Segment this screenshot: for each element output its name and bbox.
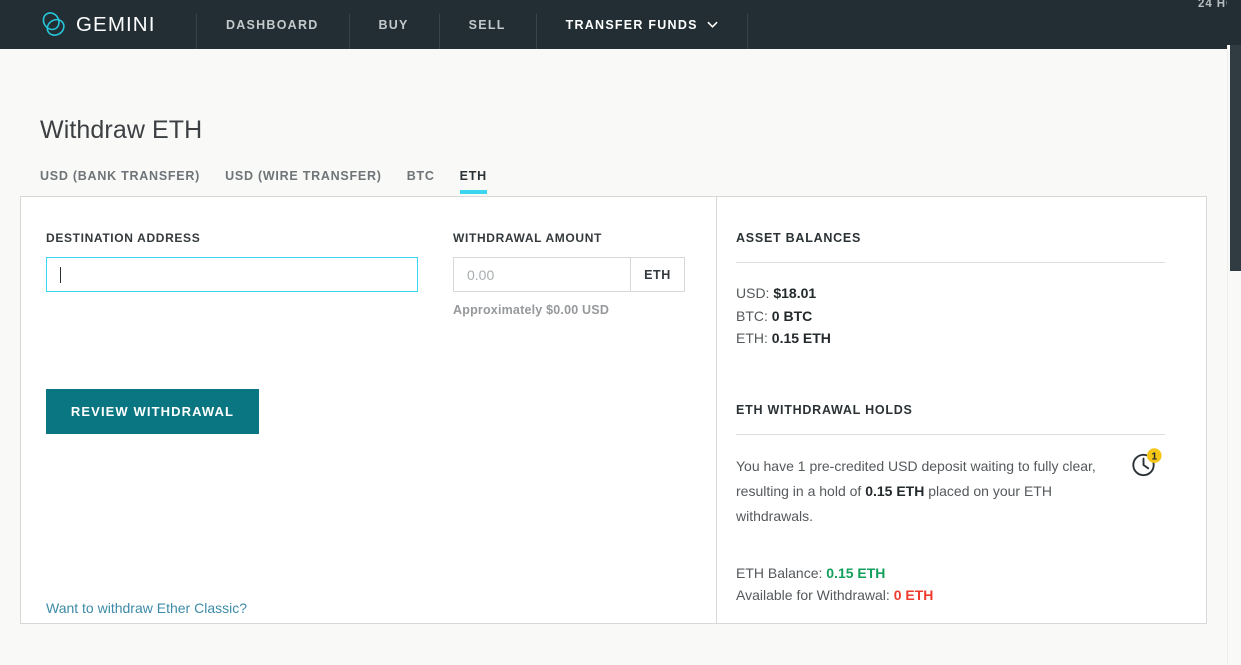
nav-item-buy[interactable]: BUY	[348, 0, 439, 49]
withdraw-ether-classic-link[interactable]: Want to withdraw Ether Classic?	[46, 600, 247, 616]
page-scrollbar-track[interactable]	[1227, 0, 1241, 665]
nav-label: BUY	[378, 17, 409, 32]
nav-item-dashboard[interactable]: DASHBOARD	[196, 0, 349, 49]
brand-logo-link[interactable]: GEMINI	[0, 0, 196, 49]
withdraw-form-panel: DESTINATION ADDRESS WITHDRAWAL AMOUNT 0.…	[21, 197, 717, 623]
withdrawal-amount-input-wrap: 0.00 ETH	[453, 257, 685, 292]
destination-address-field-group: DESTINATION ADDRESS	[46, 231, 418, 317]
available-label: Available for Withdrawal:	[736, 587, 890, 603]
form-fields-row: DESTINATION ADDRESS WITHDRAWAL AMOUNT 0.…	[46, 231, 716, 317]
eth-withdrawal-holds-title: ETH WITHDRAWAL HOLDS	[736, 402, 913, 417]
balance-row-btc: BTC: 0 BTC	[736, 305, 1165, 328]
available-for-withdrawal-row: Available for Withdrawal: 0 ETH	[736, 584, 1165, 607]
section-divider	[736, 433, 1165, 435]
eth-balance-row: ETH Balance: 0.15 ETH	[736, 562, 1165, 585]
clock-icon: 1	[1131, 447, 1163, 478]
balance-row-usd: USD: $18.01	[736, 282, 1165, 305]
page-scrollbar-thumb[interactable]	[1230, 45, 1241, 271]
main-nav-items: DASHBOARD BUY SELL TRANSFER FUNDS	[196, 0, 748, 49]
nav-label: TRANSFER FUNDS	[565, 17, 698, 32]
page-title: Withdraw ETH	[40, 116, 203, 144]
scrollbar-top-cap	[1227, 0, 1241, 45]
balance-label: USD:	[736, 285, 770, 301]
text-cursor	[60, 266, 61, 283]
review-withdrawal-button[interactable]: REVIEW WITHDRAWAL	[46, 389, 259, 434]
withdrawal-amount-unit: ETH	[630, 257, 685, 292]
svg-text:1: 1	[1151, 450, 1157, 462]
holds-message-body: You have 1 pre-credited USD deposit wait…	[736, 447, 1165, 529]
destination-address-label: DESTINATION ADDRESS	[46, 231, 201, 245]
balance-value: 0 BTC	[771, 307, 813, 324]
asset-balances-title: ASSET BALANCES	[736, 231, 862, 245]
tab-usd-wire-transfer[interactable]: USD (WIRE TRANSFER)	[225, 169, 382, 194]
tab-eth[interactable]: ETH	[459, 169, 488, 194]
info-panel: ASSET BALANCES USD: $18.01 BTC: 0 BTC ET…	[717, 197, 1206, 623]
balance-label: ETH:	[736, 330, 768, 346]
withdraw-card: DESTINATION ADDRESS WITHDRAWAL AMOUNT 0.…	[20, 196, 1207, 624]
withdrawal-amount-label: WITHDRAWAL AMOUNT	[453, 231, 603, 245]
balance-value: 0.15 ETH	[771, 330, 831, 346]
withdrawal-amount-field-group: WITHDRAWAL AMOUNT 0.00 ETH Approximately…	[453, 231, 685, 317]
gemini-logo-icon	[40, 11, 67, 38]
asset-balances-section: ASSET BALANCES USD: $18.01 BTC: 0 BTC ET…	[736, 231, 1165, 350]
brand-name: GEMINI	[76, 12, 156, 36]
tab-label: BTC	[406, 169, 435, 183]
nav-label: DASHBOARD	[226, 17, 319, 32]
tab-label: USD (BANK TRANSFER)	[40, 169, 201, 183]
holds-balance-summary: ETH Balance: 0.15 ETH Available for With…	[736, 562, 1165, 607]
section-divider	[736, 262, 1165, 263]
destination-address-input[interactable]	[46, 257, 418, 292]
eth-balance-label: ETH Balance:	[736, 564, 823, 581]
nav-item-sell[interactable]: SELL	[438, 0, 536, 49]
tab-label: ETH	[459, 169, 487, 183]
holds-message-amount: 0.15 ETH	[865, 482, 925, 499]
balance-value: $18.01	[773, 285, 817, 301]
withdrawal-amount-input[interactable]: 0.00	[453, 257, 630, 292]
tab-usd-bank-transfer[interactable]: USD (BANK TRANSFER)	[40, 169, 200, 194]
nav-clipped-label: 24 HOU	[1198, 0, 1227, 10]
holds-message: You have 1 pre-credited USD deposit wait…	[736, 454, 1125, 529]
nav-label: SELL	[468, 17, 506, 32]
balance-label: BTC:	[736, 307, 768, 324]
nav-item-transfer-funds[interactable]: TRANSFER FUNDS	[535, 0, 748, 49]
page-body: Withdraw ETH USD (BANK TRANSFER) USD (WI…	[0, 49, 1227, 665]
nav-right-region: 24 HOU	[1198, 0, 1227, 49]
approximate-usd-value: Approximately $0.00 USD	[453, 303, 610, 317]
top-navigation-bar: GEMINI DASHBOARD BUY SELL TRANSFER FUNDS…	[0, 0, 1227, 49]
tab-label: USD (WIRE TRANSFER)	[225, 169, 382, 183]
chevron-down-icon	[707, 21, 718, 28]
available-value: 0 ETH	[893, 587, 934, 603]
eth-balance-value: 0.15 ETH	[826, 564, 886, 581]
withdraw-method-tabs: USD (BANK TRANSFER) USD (WIRE TRANSFER) …	[40, 169, 488, 194]
tab-btc[interactable]: BTC	[407, 169, 435, 194]
balance-row-eth: ETH: 0.15 ETH	[736, 327, 1165, 350]
eth-withdrawal-holds-section: ETH WITHDRAWAL HOLDS You have 1 pre-cred…	[736, 403, 1165, 607]
